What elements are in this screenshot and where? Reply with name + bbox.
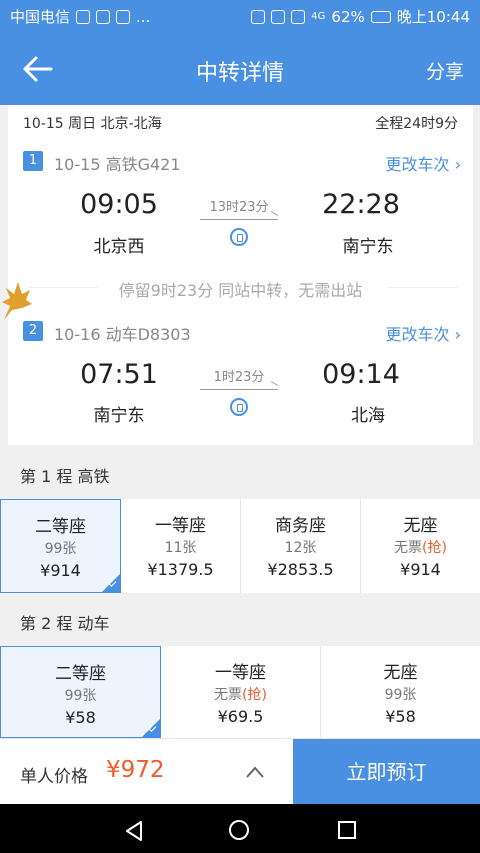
notification-icon xyxy=(76,9,91,24)
home-icon[interactable] xyxy=(229,820,249,840)
arrival-time: 09:14 xyxy=(322,359,400,390)
leg-number-badge: 2 xyxy=(23,321,43,341)
status-bar: 中国电信 ... 4G 62% 晚上10:44 xyxy=(0,0,480,33)
seat-price: ¥69.5 xyxy=(217,707,264,726)
departure-time: 09:05 xyxy=(80,189,158,220)
seat-count: 99张 xyxy=(44,541,77,557)
seat-name: 无座 xyxy=(403,516,438,536)
seat-options: 二等座 99张 ¥58 一等座 无票(抢) ¥69.5 无座 99张 ¥58 xyxy=(0,646,480,738)
recent-apps-icon[interactable] xyxy=(338,821,356,839)
seat-name: 一等座 xyxy=(215,663,266,683)
chevron-right-icon: › xyxy=(454,325,461,344)
change-train-button[interactable]: 更改车次 › xyxy=(385,151,461,175)
seat-option[interactable]: 无座 无票(抢) ¥914 xyxy=(361,499,480,593)
network-label: 4G xyxy=(311,11,326,22)
seat-count: 12张 xyxy=(284,540,317,556)
train-icon xyxy=(230,228,248,246)
arrival-time: 22:28 xyxy=(322,189,400,220)
seat-count: 无票(抢) xyxy=(394,540,447,556)
seat-name: 无座 xyxy=(383,663,418,683)
price-bar: 单人价格 ¥972 立即预订 xyxy=(0,738,480,805)
trip-summary: 10-15 周日 北京-北海 xyxy=(23,116,162,132)
maple-leaf-icon xyxy=(2,282,32,320)
back-icon[interactable] xyxy=(123,820,145,842)
battery-percent: 62% xyxy=(331,7,365,26)
app-icon xyxy=(116,9,131,24)
seat-options: 二等座 99张 ¥914 一等座 11张 ¥1379.5 商务座 12张 ¥28… xyxy=(0,499,480,593)
chevron-right-icon: › xyxy=(454,155,461,174)
trip-total-duration: 全程24时9分 xyxy=(375,116,458,132)
clock: 晚上10:44 xyxy=(396,8,470,26)
price-label: 单人价格 xyxy=(20,767,88,787)
leg-number-badge: 1 xyxy=(23,151,43,171)
change-train-button[interactable]: 更改车次 › xyxy=(385,321,461,345)
trip-card: 10-15 周日 北京-北海 全程24时9分 1 10-15 高铁G421 更改… xyxy=(8,105,473,445)
total-price: ¥972 xyxy=(106,757,165,783)
change-train-label: 更改车次 xyxy=(385,155,450,174)
more-dots: ... xyxy=(136,7,151,26)
leg-train-info: 10-15 高铁G421 xyxy=(54,155,181,174)
carrier-label: 中国电信 xyxy=(10,8,71,26)
seat-option[interactable]: 二等座 99张 ¥914 xyxy=(0,499,121,593)
seat-option[interactable]: 无座 99张 ¥58 xyxy=(321,646,480,738)
app-icon xyxy=(96,9,111,24)
leg-train-info: 10-16 动车D8303 xyxy=(54,325,191,344)
seat-count: 99张 xyxy=(384,687,417,703)
seat-count: 11张 xyxy=(164,540,197,556)
section-label: 第 2 程 动车 xyxy=(20,614,110,633)
seat-name: 二等座 xyxy=(35,517,86,537)
seat-option[interactable]: 商务座 12张 ¥2853.5 xyxy=(241,499,361,593)
check-mark-icon xyxy=(102,574,120,592)
arrival-station: 南宁东 xyxy=(342,237,394,257)
departure-time: 07:51 xyxy=(80,359,158,390)
seat-price: ¥2853.5 xyxy=(267,560,334,579)
seat-name: 商务座 xyxy=(275,516,326,536)
stopover-note: 停留9时23分 同站中转，无需出站 xyxy=(118,281,363,300)
eye-icon xyxy=(291,9,306,24)
seat-count: 无票(抢) xyxy=(214,687,267,703)
seat-option[interactable]: 二等座 99张 ¥58 xyxy=(0,646,161,738)
nfc-icon xyxy=(271,9,286,24)
share-button[interactable]: 分享 xyxy=(426,57,464,84)
departure-station: 北京西 xyxy=(93,237,145,257)
change-train-label: 更改车次 xyxy=(385,325,450,344)
duration-arrow xyxy=(200,389,278,390)
train-icon xyxy=(230,398,248,416)
page-title: 中转详情 xyxy=(195,61,284,86)
duration-arrow xyxy=(200,219,278,220)
check-mark-icon xyxy=(142,719,160,737)
seat-option[interactable]: 一等座 11张 ¥1379.5 xyxy=(121,499,241,593)
seat-name: 二等座 xyxy=(55,664,106,684)
battery-icon xyxy=(370,10,391,23)
seat-price: ¥914 xyxy=(400,560,441,579)
arrival-station: 北海 xyxy=(351,406,385,426)
divider xyxy=(388,287,458,288)
book-now-button[interactable]: 立即预订 xyxy=(293,739,480,805)
seat-price: ¥1379.5 xyxy=(147,560,214,579)
seat-option[interactable]: 一等座 无票(抢) ¥69.5 xyxy=(161,646,321,738)
seat-price: ¥58 xyxy=(385,707,416,726)
system-nav-bar xyxy=(0,804,480,853)
bluetooth-icon xyxy=(251,9,266,24)
section-label: 第 1 程 高铁 xyxy=(20,467,110,486)
seat-price: ¥58 xyxy=(65,708,96,727)
chevron-up-icon[interactable] xyxy=(245,765,265,779)
seat-name: 一等座 xyxy=(155,516,206,536)
departure-station: 南宁东 xyxy=(93,406,145,426)
seat-count: 99张 xyxy=(64,688,97,704)
app-bar: 中转详情 分享 xyxy=(0,33,480,105)
